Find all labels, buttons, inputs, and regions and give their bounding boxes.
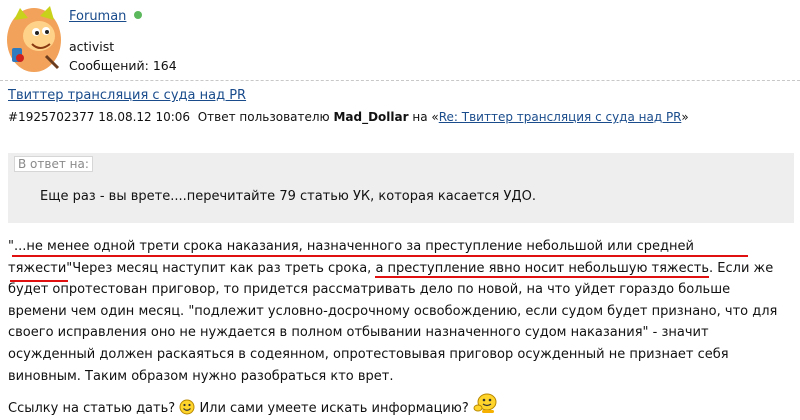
post-body: "...не менее одной трети срока наказания… bbox=[8, 236, 792, 420]
quote-text: Еще раз - вы врете....перечитайте 79 ста… bbox=[40, 189, 536, 204]
username-link[interactable]: Foruman bbox=[69, 9, 126, 24]
post-id: #1925702377 bbox=[8, 110, 95, 124]
on-text: на « bbox=[412, 110, 439, 124]
annotation-underline bbox=[10, 280, 68, 282]
post-text: "Через месяц наступит как раз треть срок… bbox=[66, 260, 376, 276]
reply-post-link[interactable]: Re: Твиттер трансляция с суда над PR bbox=[439, 110, 682, 124]
post-date: 18.08.12 10:06 bbox=[98, 110, 191, 124]
divider bbox=[0, 80, 800, 81]
posts-count: 164 bbox=[152, 58, 177, 73]
post-meta: #1925702377 18.08.12 10:06 Ответ пользов… bbox=[8, 110, 689, 124]
close-quote: » bbox=[681, 110, 689, 124]
avatar[interactable] bbox=[6, 6, 62, 74]
quote-label: В ответ на: bbox=[14, 156, 93, 172]
post-paragraph: Ссылку на статью дать? Или сами умеете и… bbox=[8, 393, 792, 420]
user-info: Foruman activist Сообщений: 164 bbox=[69, 9, 177, 74]
smiley-icon bbox=[179, 399, 195, 415]
posts-label: Сообщений: bbox=[69, 58, 149, 73]
post-text: . Если же будет опротестован приговор, т… bbox=[8, 260, 778, 384]
reply-to-user: Mad_Dollar bbox=[333, 110, 409, 124]
quote-block: В ответ на: Еще раз - вы врете....перечи… bbox=[8, 153, 794, 223]
user-post-count: Сообщений: 164 bbox=[69, 58, 177, 74]
post-text-highlight: не менее одной трети срока наказания, на… bbox=[26, 239, 694, 254]
post-text: "... bbox=[8, 239, 27, 254]
user-rank: activist bbox=[69, 39, 115, 54]
thread-title-link[interactable]: Твиттер трансляция с суда над PR bbox=[8, 88, 246, 103]
online-status-icon bbox=[134, 11, 143, 19]
annotation-underline bbox=[12, 255, 748, 257]
post-paragraph: "...не менее одной трети срока наказания… bbox=[8, 236, 792, 387]
post-text-highlight: тяжести bbox=[8, 260, 67, 276]
post-text-underlined: а преступление явно носит небольшую тяже… bbox=[375, 260, 710, 278]
nod-smiley-icon bbox=[473, 393, 497, 414]
post-author-profile: Foruman activist Сообщений: 164 bbox=[0, 0, 800, 80]
reply-to-text: Ответ пользователю bbox=[197, 110, 330, 124]
